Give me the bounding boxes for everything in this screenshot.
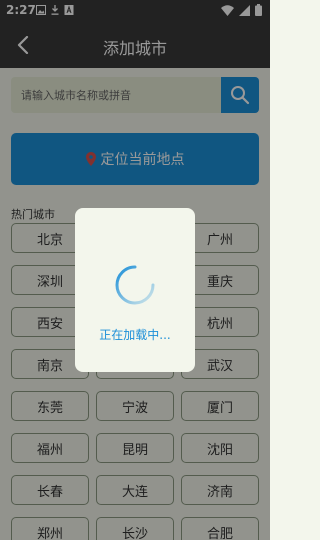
- loading-spinner-icon: [115, 265, 155, 305]
- loading-dialog: 正在加载中...: [75, 208, 195, 372]
- loading-text: 正在加载中...: [99, 328, 171, 342]
